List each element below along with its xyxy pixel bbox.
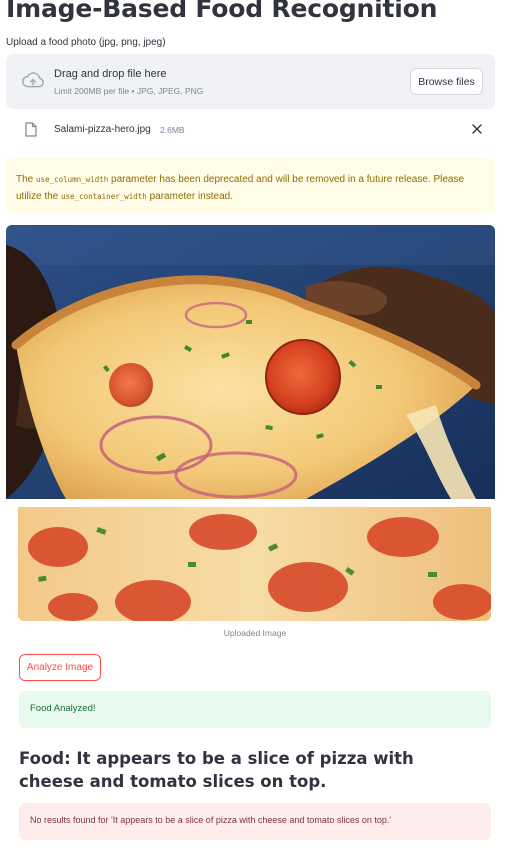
uploaded-file-name: Salami-pizza-hero.jpg — [54, 124, 151, 135]
warning-code-1: use_column_width — [36, 175, 109, 184]
dropzone-title: Drag and drop file here — [54, 68, 167, 80]
close-icon[interactable] — [471, 123, 483, 135]
warning-text-3: parameter instead. — [146, 191, 233, 202]
deprecation-warning: The use_column_width parameter has been … — [6, 158, 495, 213]
image-caption: Uploaded Image — [223, 628, 287, 638]
page-title: Image-Based Food Recognition — [6, 0, 438, 23]
analyze-image-button[interactable]: Analyze Image — [19, 654, 101, 681]
uploader-label: Upload a food photo (jpg, png, jpeg) — [6, 37, 166, 48]
uploaded-file-row: Salami-pizza-hero.jpg 2.6MB — [6, 118, 495, 144]
warning-text-1: The — [16, 174, 37, 185]
file-icon — [25, 122, 37, 137]
food-result-heading: Food: It appears to be a slice of pizza … — [19, 749, 414, 791]
success-alert: Food Analyzed! — [19, 691, 491, 728]
uploaded-image — [6, 225, 495, 499]
file-dropzone[interactable]: Drag and drop file here Limit 200MB per … — [6, 54, 495, 109]
uploaded-file-size: 2.6MB — [160, 125, 185, 135]
browse-files-button[interactable]: Browse files — [410, 68, 483, 95]
error-alert: No results found for 'It appears to be a… — [19, 803, 491, 840]
uploaded-image-strip — [18, 507, 491, 621]
warning-code-2: use_container_width — [61, 192, 147, 201]
cloud-upload-icon — [22, 72, 44, 88]
dropzone-limit-text: Limit 200MB per file • JPG, JPEG, PNG — [54, 86, 204, 96]
